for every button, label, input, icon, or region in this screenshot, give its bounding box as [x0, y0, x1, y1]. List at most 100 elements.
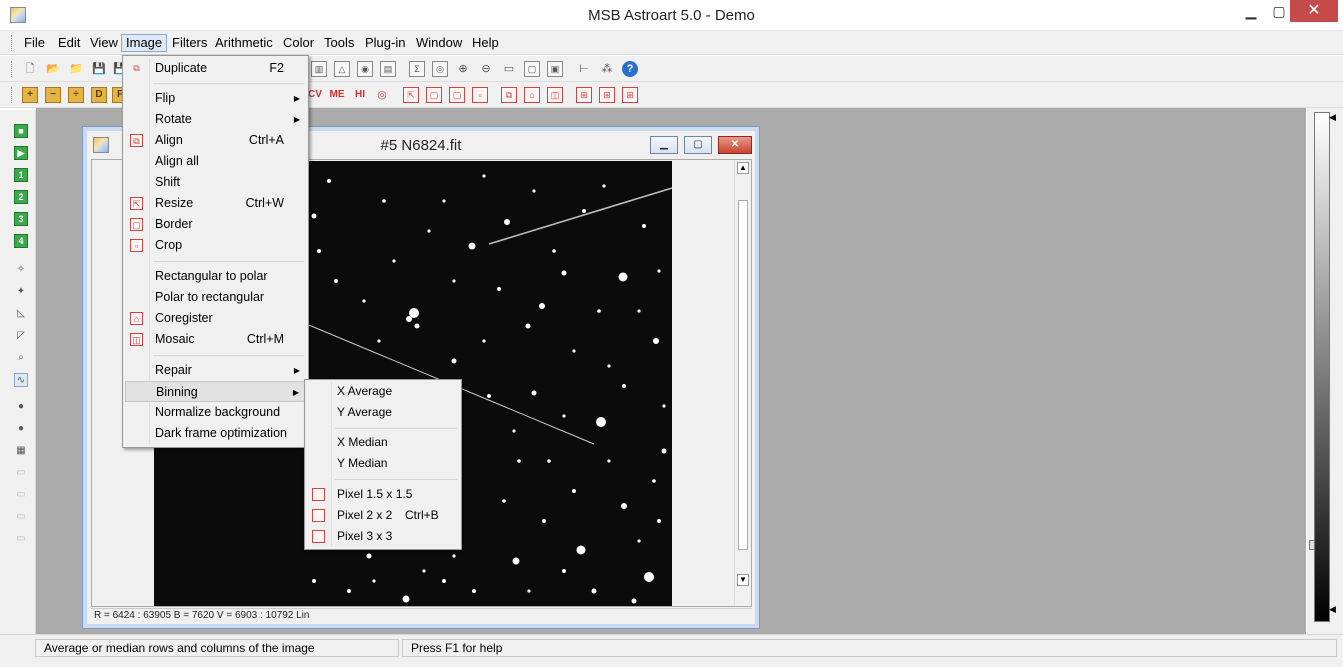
- window-icon[interactable]: ▢: [524, 61, 540, 77]
- menubar-grip[interactable]: [11, 35, 14, 51]
- menu-item-border[interactable]: ▢ Border: [125, 214, 306, 235]
- scroll-up-icon[interactable]: ▲: [737, 162, 749, 174]
- pixel-grid-3-icon[interactable]: ⊞: [622, 87, 638, 103]
- menu-file[interactable]: File: [20, 34, 49, 52]
- image-close-button[interactable]: ✕: [718, 136, 752, 154]
- play-icon[interactable]: ▶: [14, 146, 28, 160]
- gradient-arrow-up-icon[interactable]: ◀: [1329, 112, 1339, 122]
- target-icon[interactable]: ◎: [374, 87, 390, 103]
- menu-view[interactable]: View: [86, 34, 122, 52]
- layer-2-icon[interactable]: 2: [14, 190, 28, 204]
- monitor-icon[interactable]: ▭: [501, 61, 517, 77]
- isophotes-icon[interactable]: ◉: [357, 61, 373, 77]
- menu-edit[interactable]: Edit: [54, 34, 84, 52]
- rgb-icon[interactable]: ●: [14, 400, 28, 414]
- menu-window[interactable]: Window: [412, 34, 466, 52]
- close-button[interactable]: ✕: [1290, 0, 1338, 22]
- menu-item-dark-frame-optimization[interactable]: Dark frame optimization: [125, 423, 306, 444]
- hi-button[interactable]: HI: [350, 87, 370, 103]
- multiply-icon[interactable]: ÷: [68, 87, 84, 103]
- subtract-icon[interactable]: −: [45, 87, 61, 103]
- menu-help[interactable]: Help: [468, 34, 503, 52]
- menu-image[interactable]: Image: [121, 34, 168, 52]
- surface-icon[interactable]: ▤: [380, 61, 396, 77]
- crop-small-icon[interactable]: ▫: [472, 87, 488, 103]
- layer-1-icon[interactable]: 1: [14, 168, 28, 182]
- toolbar-grip[interactable]: [11, 61, 14, 77]
- toolbar2-grip[interactable]: [11, 87, 14, 103]
- submenu-item-pixel-1-5[interactable]: Pixel 1.5 x 1.5: [307, 484, 459, 505]
- coregister-tool-icon[interactable]: ⌂: [524, 87, 540, 103]
- menu-tools[interactable]: Tools: [320, 34, 358, 52]
- menu-plugin[interactable]: Plug-in: [361, 34, 409, 52]
- gradient-arrow-down-icon[interactable]: ◀: [1329, 604, 1339, 614]
- palette-gradient-bar[interactable]: [1314, 112, 1330, 622]
- sum-icon[interactable]: Σ: [409, 61, 425, 77]
- open-folder-icon[interactable]: 📂: [45, 61, 61, 77]
- menu-item-mosaic[interactable]: ◫ Mosaic Ctrl+M: [125, 329, 306, 350]
- menu-item-align[interactable]: ⧉ Align Ctrl+A: [125, 130, 306, 151]
- new-file-icon[interactable]: 🗋: [22, 61, 38, 77]
- save-icon[interactable]: 💾: [91, 61, 107, 77]
- pixel-grid-2-icon[interactable]: ⊞: [599, 87, 615, 103]
- menu-item-rotate[interactable]: Rotate ▶: [125, 109, 306, 130]
- me-button[interactable]: ME: [327, 87, 347, 103]
- menu-arithmetic[interactable]: Arithmetic: [211, 34, 277, 52]
- minimize-button[interactable]: ▁: [1236, 0, 1266, 22]
- palette-icon[interactable]: ▦: [14, 444, 28, 458]
- histogram-icon[interactable]: ▥: [311, 61, 327, 77]
- add-icon[interactable]: +: [22, 87, 38, 103]
- submenu-item-y-median[interactable]: Y Median: [307, 453, 459, 474]
- mark-star-icon[interactable]: ✦: [14, 285, 28, 299]
- align-tool-icon[interactable]: ⊢: [576, 61, 592, 77]
- menu-item-shift[interactable]: Shift: [125, 172, 306, 193]
- graph-tool-icon[interactable]: ∿: [14, 373, 28, 387]
- layer-4-icon[interactable]: 4: [14, 234, 28, 248]
- magnifier-icon[interactable]: ⌕: [14, 351, 28, 365]
- submenu-item-x-average[interactable]: X Average: [307, 381, 459, 402]
- eye-icon[interactable]: ◎: [432, 61, 448, 77]
- select-star-icon[interactable]: ✧: [14, 263, 28, 277]
- submenu-item-y-average[interactable]: Y Average: [307, 402, 459, 423]
- dark-frame-icon[interactable]: D: [91, 87, 107, 103]
- duplicate-tool-icon[interactable]: ⧉: [501, 87, 517, 103]
- crop-tool-icon[interactable]: ▢: [449, 87, 465, 103]
- fullscreen-icon[interactable]: ▣: [547, 61, 563, 77]
- menu-item-crop[interactable]: ▫ Crop: [125, 235, 306, 256]
- submenu-item-x-median[interactable]: X Median: [307, 432, 459, 453]
- menu-item-duplicate[interactable]: ⧉ Duplicate F2: [125, 58, 306, 79]
- image-minimize-button[interactable]: ▁: [650, 136, 678, 154]
- menu-item-flip[interactable]: Flip ▶: [125, 88, 306, 109]
- measure-icon[interactable]: ◺: [14, 307, 28, 321]
- menu-color[interactable]: Color: [279, 34, 318, 52]
- menu-item-align-all[interactable]: Align all: [125, 151, 306, 172]
- plot-icon[interactable]: ◸: [14, 329, 28, 343]
- layer-3-icon[interactable]: 3: [14, 212, 28, 226]
- image-maximize-button[interactable]: ▢: [684, 136, 712, 154]
- menu-item-polar-to-rect[interactable]: Polar to rectangular: [125, 287, 306, 308]
- mosaic-tool-icon[interactable]: ◫: [547, 87, 563, 103]
- menu-item-normalize-background[interactable]: Normalize background: [125, 402, 306, 423]
- gradient-slider-thumb[interactable]: [1309, 540, 1315, 550]
- stop-icon[interactable]: ■: [14, 124, 28, 138]
- border-tool-icon[interactable]: ▢: [426, 87, 442, 103]
- image-vertical-scrollbar[interactable]: ▲ ▼: [734, 160, 751, 606]
- submenu-item-pixel-2[interactable]: Pixel 2 x 2 Ctrl+B: [307, 505, 459, 526]
- transform-icon[interactable]: ⇱: [403, 87, 419, 103]
- telescope-icon[interactable]: ⁂: [599, 61, 615, 77]
- zoom-out-icon[interactable]: ⊖: [478, 61, 494, 77]
- help-icon[interactable]: ?: [622, 61, 638, 77]
- pixel-grid-1-icon[interactable]: ⊞: [576, 87, 592, 103]
- cmy-icon[interactable]: ●: [14, 422, 28, 436]
- scroll-down-icon[interactable]: ▼: [737, 574, 749, 586]
- open-recent-icon[interactable]: 📁: [68, 61, 84, 77]
- menu-item-coregister[interactable]: ⌂ Coregister: [125, 308, 306, 329]
- scroll-thumb[interactable]: [738, 200, 748, 550]
- submenu-item-pixel-3[interactable]: Pixel 3 x 3: [307, 526, 459, 547]
- menu-item-binning[interactable]: Binning ▶: [125, 381, 306, 402]
- menu-item-resize[interactable]: ⇱ Resize Ctrl+W: [125, 193, 306, 214]
- zoom-in-icon[interactable]: ⊕: [455, 61, 471, 77]
- menu-item-repair[interactable]: Repair ▶: [125, 360, 306, 381]
- profile-icon[interactable]: △: [334, 61, 350, 77]
- menu-item-rect-to-polar[interactable]: Rectangular to polar: [125, 266, 306, 287]
